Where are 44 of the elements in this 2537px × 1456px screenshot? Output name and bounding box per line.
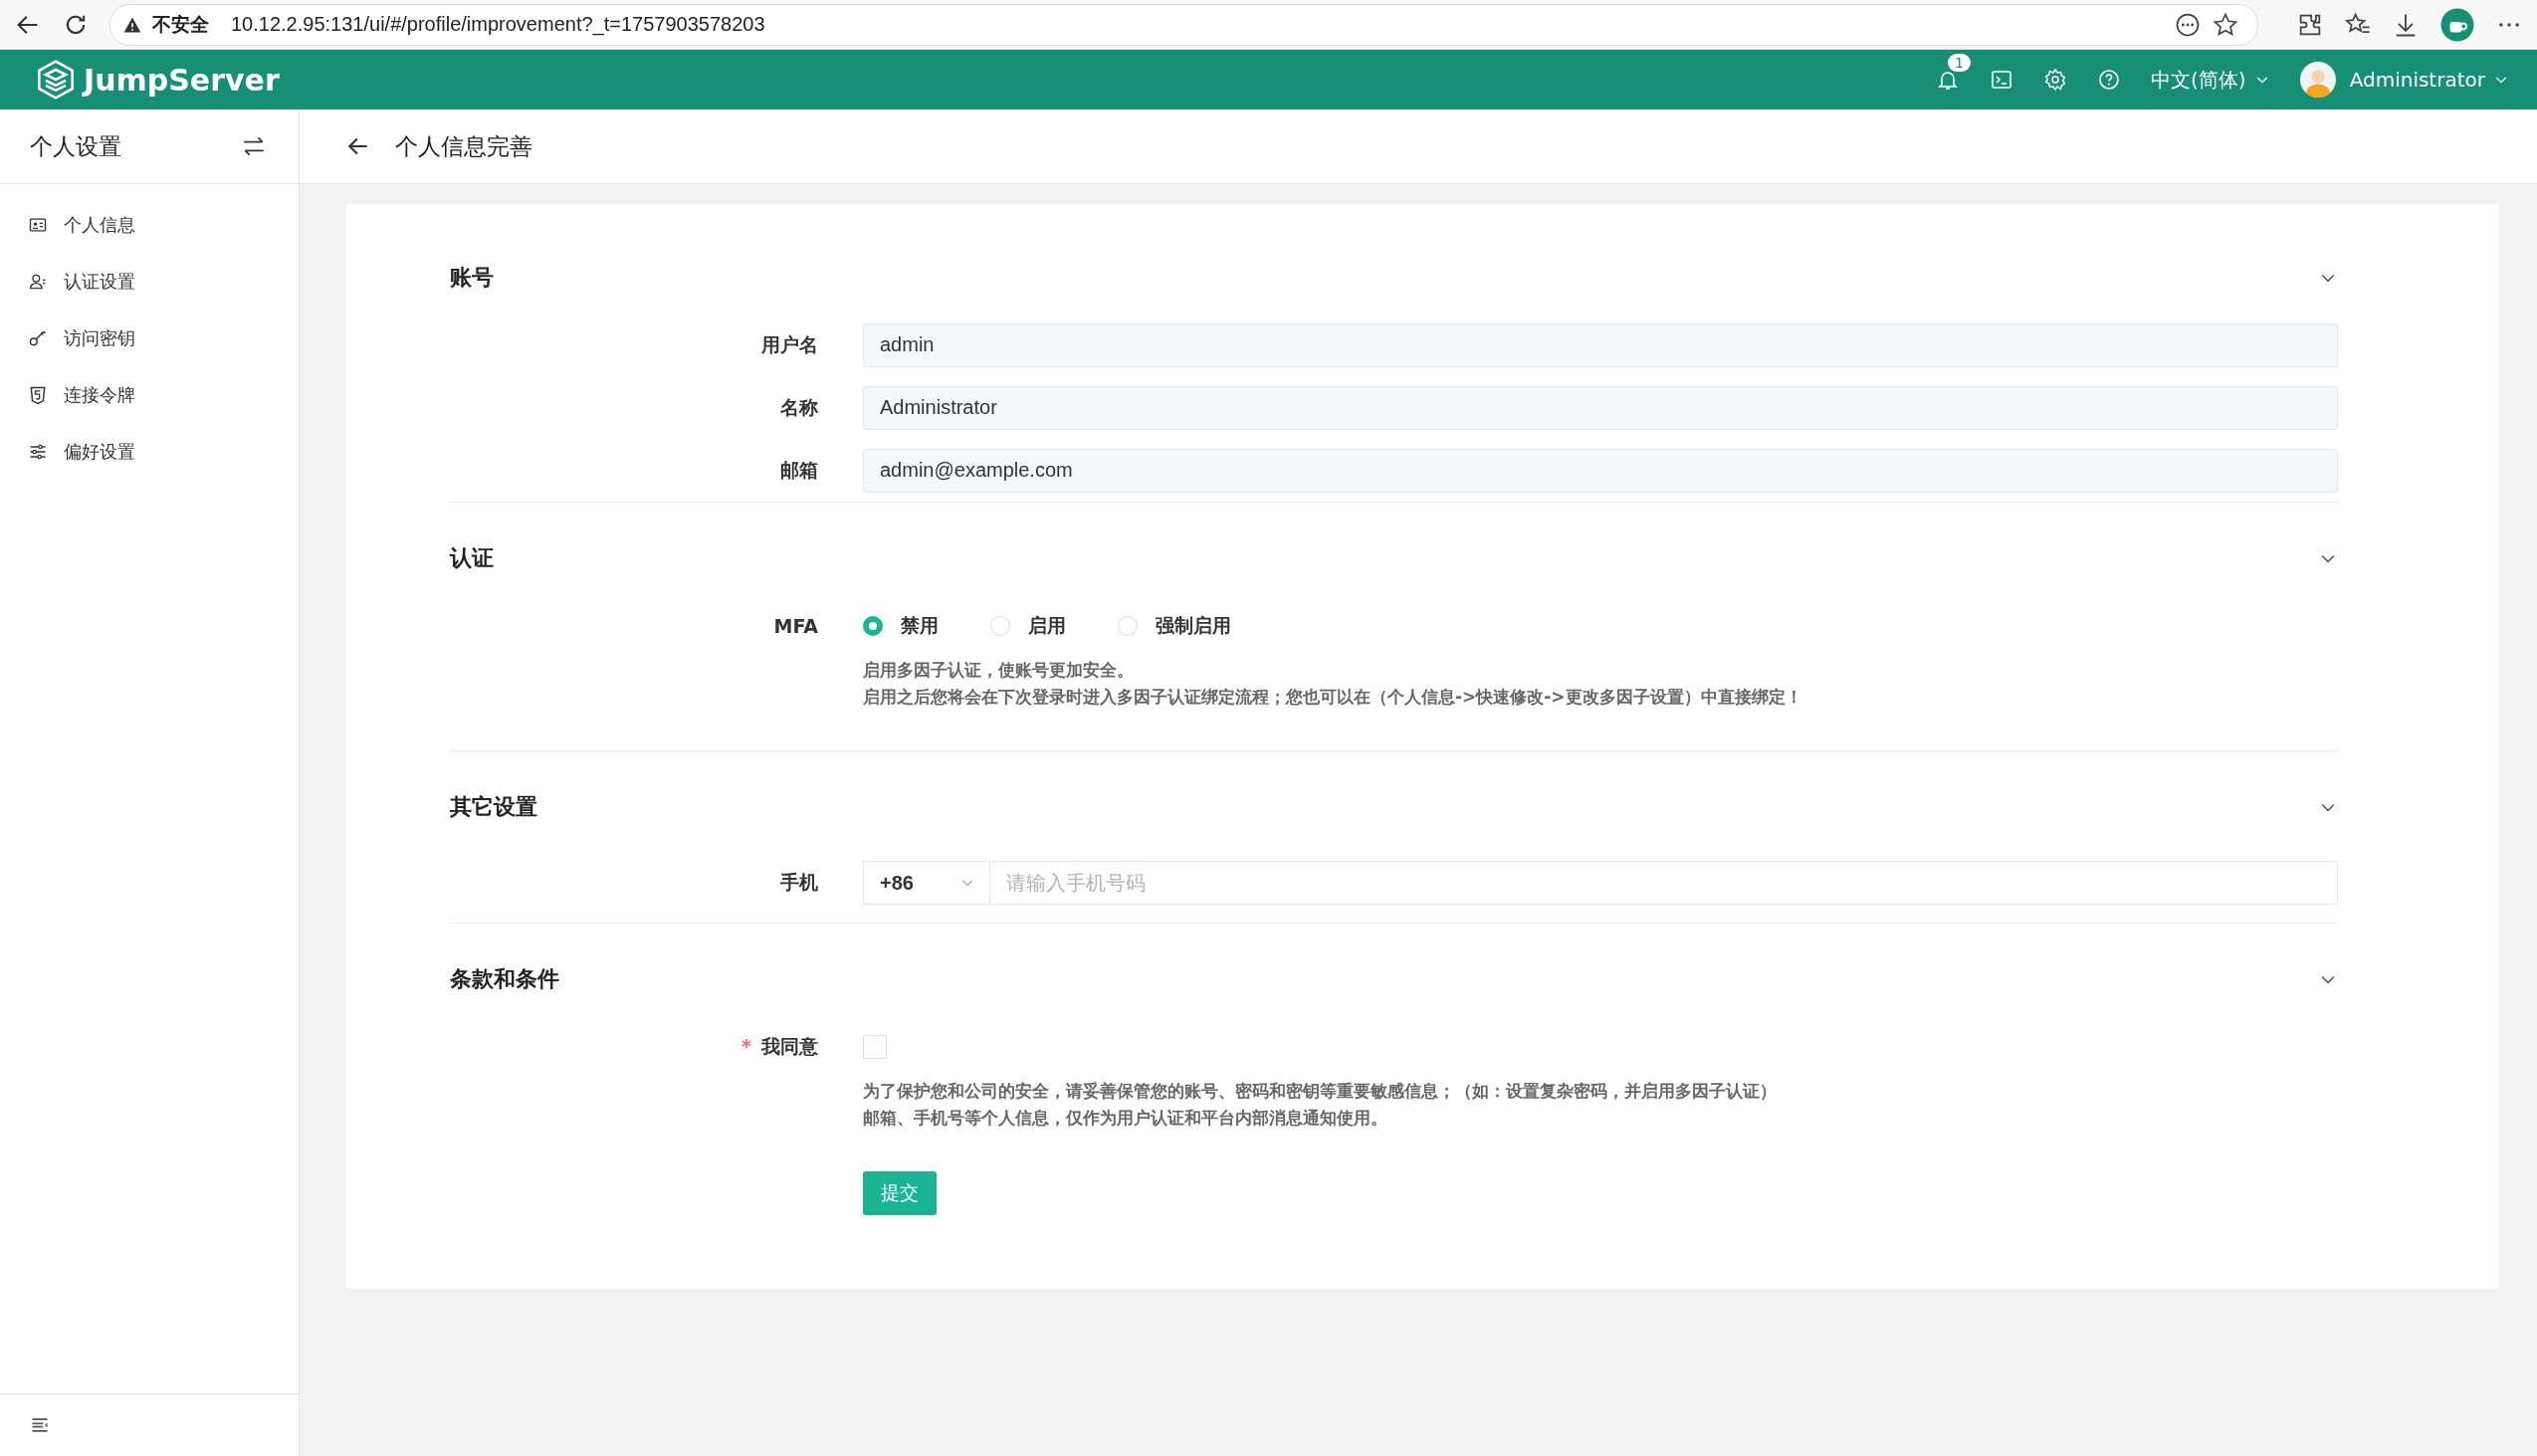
- sidebar-item[interactable]: 偏好设置: [0, 423, 299, 480]
- sidebar-title: 个人设置: [30, 131, 121, 161]
- brand-name: JumpServer: [84, 62, 280, 98]
- sidebar-item[interactable]: 个人信息: [0, 196, 299, 253]
- section-title: 其它设置: [450, 793, 537, 821]
- help-text: 邮箱、手机号等个人信息，仅作为用户认证和平台内部消息通知使用。: [863, 1107, 1388, 1130]
- section-title: 账号: [450, 264, 494, 292]
- country-code-select[interactable]: +86: [863, 861, 990, 905]
- field-label: 邮箱: [779, 457, 819, 483]
- sidebar-item[interactable]: 连接令牌: [0, 366, 299, 423]
- avatar-icon: [2299, 62, 2336, 98]
- address-bar[interactable]: 不安全 10.12.2.95:131/ui/#/profile/improvement?_t=1757903578203: [109, 3, 2258, 46]
- radio-label[interactable]: 禁用: [901, 612, 939, 639]
- notification-badge: 1: [1948, 54, 1971, 72]
- language-dropdown[interactable]: 中文(简体): [2151, 66, 2270, 94]
- terminal-icon[interactable]: [1990, 68, 2014, 92]
- help-text: 为了保护您和公司的安全，请妥善保管您的账号、密码和密钥等重要敏感信息；（如：设置复杂密码，并启用多因子认证）: [863, 1080, 1778, 1103]
- logo-icon: [36, 60, 76, 100]
- field-label: 名称: [779, 394, 819, 420]
- radio-label[interactable]: 启用: [1028, 612, 1066, 639]
- collapse-icon[interactable]: [30, 1415, 50, 1435]
- radio-label[interactable]: 强制启用: [1156, 612, 1231, 639]
- section-title: 条款和条件: [450, 965, 559, 993]
- field-label: MFA: [772, 614, 819, 637]
- shield-icon: [28, 384, 48, 405]
- page-title: 个人信息完善: [395, 131, 532, 161]
- checkbox[interactable]: [863, 1034, 887, 1059]
- security-label: 不安全: [152, 11, 209, 37]
- star-icon[interactable]: [2212, 10, 2239, 39]
- radio-button[interactable]: [863, 615, 883, 636]
- field-label: 手机: [779, 870, 819, 895]
- help-text: 启用多因子认证，使账号更加安全。: [863, 659, 1135, 682]
- sidebar-item[interactable]: 认证设置: [0, 253, 299, 310]
- field-label: * 我同意: [740, 1033, 819, 1059]
- help-text: 启用之后您将会在下次登录时进入多因子认证绑定流程；您也可以在（个人信息->快速修改->更改多因子设置）中直接绑定！: [863, 686, 1803, 709]
- phone-input-field[interactable]: 请输入手机号码: [990, 861, 2338, 905]
- settings-icon[interactable]: [2043, 68, 2068, 92]
- user-menu[interactable]: Administrator: [2299, 62, 2509, 98]
- field-label: 用户名: [760, 331, 819, 357]
- url-text: 10.12.2.95:131/ui/#/profile/improvement?_t=1757903578203: [231, 13, 765, 36]
- required-mark: *: [741, 1034, 751, 1057]
- help-icon[interactable]: [2097, 68, 2122, 92]
- section-title: 认证: [450, 544, 494, 572]
- sidebar-item[interactable]: 访问密钥: [0, 310, 299, 366]
